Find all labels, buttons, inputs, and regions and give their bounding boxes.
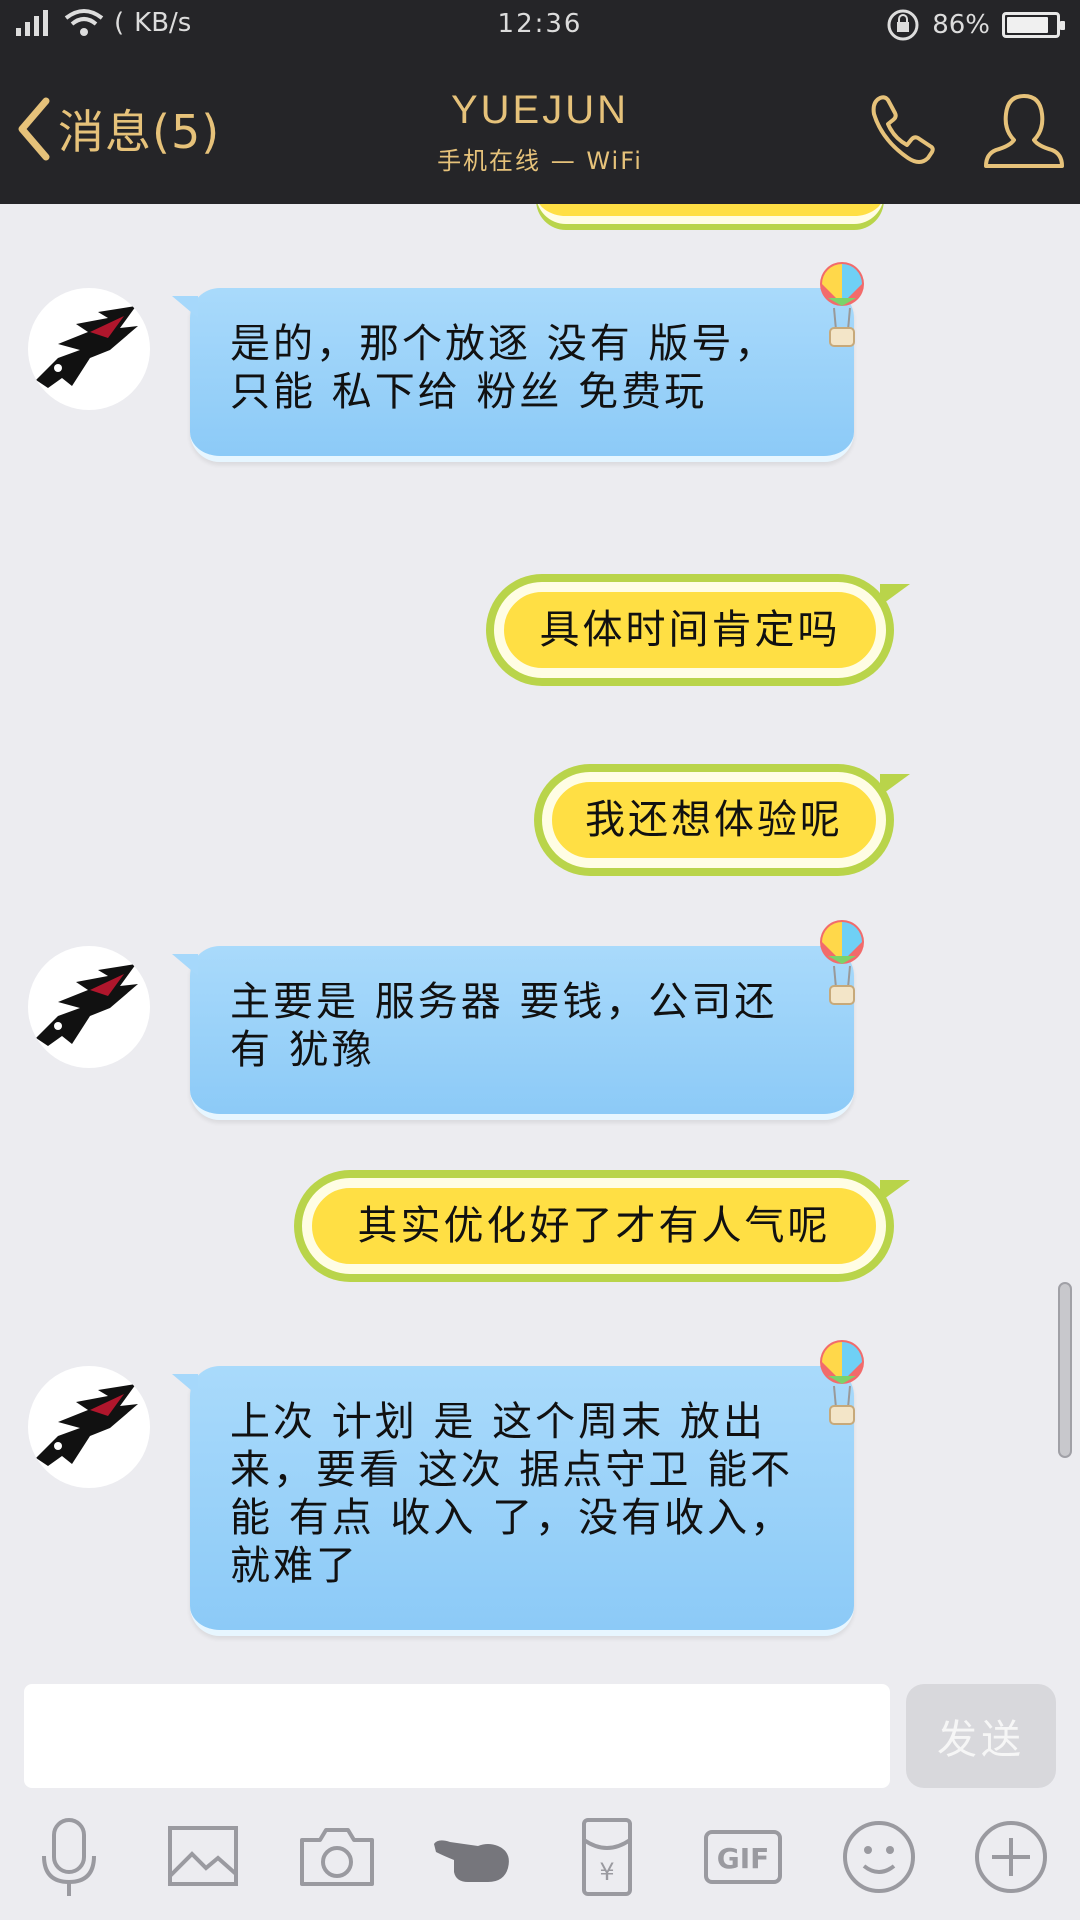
message-input[interactable] bbox=[24, 1684, 890, 1788]
balloon-decoration-icon bbox=[820, 262, 864, 347]
yuan-symbol: ¥ bbox=[599, 1858, 614, 1886]
status-right: 86% bbox=[886, 8, 1065, 42]
eagle-avatar-icon bbox=[36, 306, 138, 388]
battery-icon bbox=[1002, 12, 1065, 38]
balloon-decoration-icon bbox=[820, 1340, 864, 1425]
message-bubble-outgoing[interactable]: 具体时间肯定吗 bbox=[494, 582, 910, 678]
message-bubble-incoming[interactable]: 是的，那个放逐 没有 版号，只能 私下给 粉丝 免费玩 bbox=[172, 288, 854, 462]
image-icon[interactable] bbox=[158, 1812, 248, 1902]
gif-icon[interactable]: GIF bbox=[698, 1812, 788, 1902]
status-bar: ( KB/s 12:36 86% bbox=[0, 0, 1080, 52]
message-bubble-outgoing[interactable]: 我还想体验呢 bbox=[542, 772, 910, 868]
message-text: 是的，那个放逐 没有 版号，只能 私下给 粉丝 免费玩 bbox=[230, 321, 778, 415]
message-text: 具体时间肯定吗 bbox=[539, 607, 841, 653]
previous-message-bubble bbox=[536, 204, 884, 224]
phone-icon[interactable] bbox=[862, 88, 946, 172]
battery-percent: 86% bbox=[932, 10, 990, 40]
emoji-icon[interactable] bbox=[834, 1812, 924, 1902]
battery-fill bbox=[1007, 17, 1049, 33]
balloon-decoration-icon bbox=[820, 920, 864, 1005]
message-text: 其实优化好了才有人气呢 bbox=[357, 1203, 831, 1249]
composer: 发送 bbox=[0, 1646, 1080, 1800]
avatar[interactable] bbox=[28, 1366, 150, 1488]
message-text: 上次 计划 是 这个周末 放出来，要看 这次 据点守卫 能不能 有点 收入 了，… bbox=[230, 1399, 794, 1589]
scrollbar[interactable] bbox=[1058, 1282, 1072, 1458]
avatar[interactable] bbox=[28, 946, 150, 1068]
microphone-icon[interactable] bbox=[24, 1812, 114, 1902]
gif-label: GIF bbox=[717, 1842, 770, 1875]
rotation-lock-icon bbox=[887, 9, 919, 41]
message-bubble-incoming[interactable]: 主要是 服务器 要钱，公司还有 犹豫 bbox=[172, 946, 854, 1120]
poke-hand-icon[interactable] bbox=[428, 1812, 518, 1902]
message-text: 我还想体验呢 bbox=[585, 797, 843, 843]
eagle-avatar-icon bbox=[36, 964, 138, 1046]
eagle-avatar-icon bbox=[36, 1384, 138, 1466]
message-text: 主要是 服务器 要钱，公司还有 犹豫 bbox=[230, 979, 778, 1073]
plus-icon[interactable] bbox=[966, 1812, 1056, 1902]
message-bubble-outgoing[interactable]: 其实优化好了才有人气呢 bbox=[302, 1178, 910, 1274]
profile-icon[interactable] bbox=[982, 88, 1066, 172]
avatar[interactable] bbox=[28, 288, 150, 410]
message-list[interactable]: 是的，那个放逐 没有 版号，只能 私下给 粉丝 免费玩 具体时间肯定吗 我还想体… bbox=[0, 204, 1080, 1646]
camera-icon[interactable] bbox=[292, 1812, 382, 1902]
chat-header: 消息(5) YUEJUN 手机在线 — WiFi bbox=[0, 52, 1080, 204]
input-toolbar: ¥ GIF bbox=[0, 1800, 1080, 1920]
message-bubble-incoming[interactable]: 上次 计划 是 这个周末 放出来，要看 这次 据点守卫 能不能 有点 收入 了，… bbox=[172, 1366, 854, 1636]
send-button[interactable]: 发送 bbox=[906, 1684, 1056, 1788]
red-packet-icon[interactable]: ¥ bbox=[562, 1812, 652, 1902]
